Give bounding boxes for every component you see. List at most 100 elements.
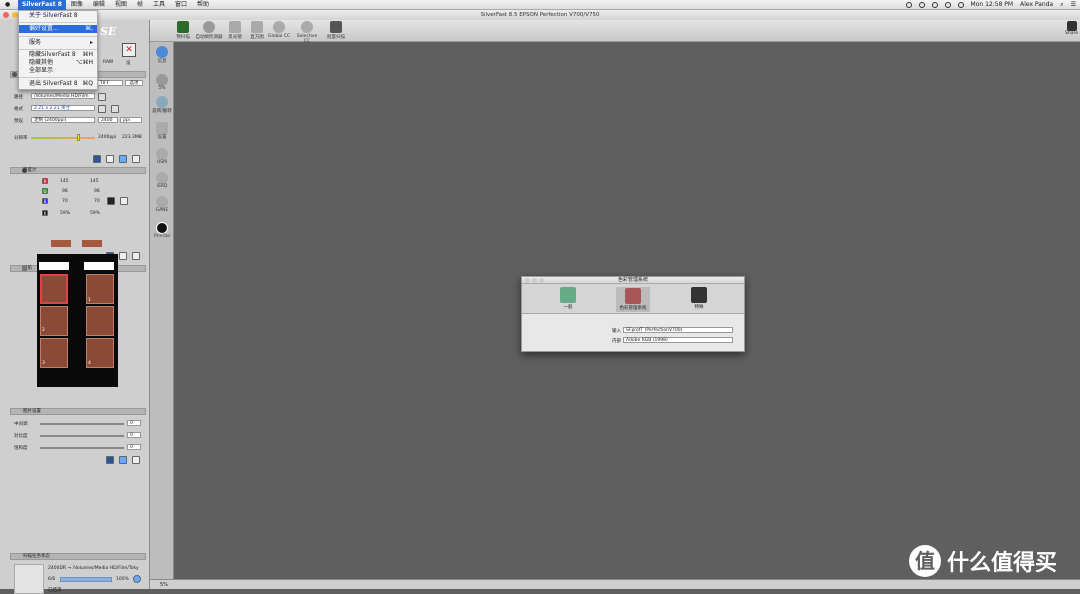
zoom-icon[interactable]	[119, 155, 127, 163]
resolution-slider[interactable]	[31, 137, 95, 139]
menu-quit[interactable]: 退出 SilverFast 8 ⌘Q	[19, 80, 97, 88]
density-g-swatch: G	[42, 188, 48, 194]
tool-settings[interactable]: 设置	[150, 122, 174, 140]
search-icon[interactable]: ⌕	[1060, 0, 1063, 10]
toolbar-batch-scan[interactable]: 批量扫描	[322, 21, 350, 40]
close-button[interactable]	[3, 12, 9, 18]
menu-tools[interactable]: 工具	[148, 0, 170, 10]
tool-isrd[interactable]: iSRD	[150, 172, 174, 189]
dialog-minimize-button[interactable]	[532, 278, 537, 283]
cap-icon[interactable]	[119, 252, 127, 260]
share-button[interactable]: Share	[1065, 21, 1078, 36]
toolbar-label: Selective CC	[296, 34, 318, 44]
volume-icon[interactable]	[957, 2, 964, 8]
job-cancel-button[interactable]	[133, 575, 141, 583]
lock-button[interactable]	[98, 105, 106, 113]
options-button[interactable]: 选项	[125, 80, 143, 86]
density-options-button[interactable]	[120, 197, 128, 205]
tool-info[interactable]: 信息	[150, 46, 174, 64]
ppi-field[interactable]: 2400	[98, 117, 118, 123]
format-select[interactable]: 2.21 x 2.21 英寸	[31, 105, 95, 111]
density-mode-button[interactable]	[107, 197, 115, 205]
film-frame[interactable]	[86, 306, 114, 336]
zoom-icon[interactable]	[119, 456, 127, 464]
section-toggle-icon[interactable]	[22, 168, 27, 173]
toolbar-global-cc[interactable]: Global CC	[265, 21, 293, 39]
toolbar-prescan[interactable]: 预扫描	[169, 21, 197, 40]
dialog-close-button[interactable]	[525, 278, 530, 283]
settings-button[interactable]: ✕	[122, 43, 136, 57]
toolbar-label: Global CC	[267, 34, 291, 39]
contrast-value[interactable]: 0	[127, 432, 141, 438]
status-icon[interactable]	[918, 2, 925, 8]
clock[interactable]: Mon 12:58 PM	[971, 0, 1014, 10]
path-field[interactable]: /Volumes/Media HD/Film	[31, 93, 95, 99]
status-icon[interactable]	[905, 2, 912, 8]
menu-shortcut: ⌘H	[82, 51, 93, 58]
file-type-select[interactable]: TIFF	[97, 80, 123, 86]
menu-help[interactable]: 帮助	[192, 0, 214, 10]
tab-general[interactable]: 一般	[551, 287, 585, 310]
frame-label-area	[84, 262, 114, 270]
info-icon	[156, 46, 168, 58]
section-toggle-icon[interactable]	[22, 266, 27, 271]
tab-label: 一般	[563, 305, 573, 310]
apple-icon[interactable]: ●	[5, 0, 10, 10]
menu-show-all[interactable]: 全部显示	[19, 67, 97, 75]
film-navigator[interactable]: 1 2 3 4	[37, 254, 118, 387]
saturation-slider[interactable]	[40, 447, 124, 449]
section-job-status-header[interactable]: 扫描任务状态	[10, 553, 146, 560]
tool-usm[interactable]: USM	[150, 148, 174, 165]
swap-button[interactable]	[111, 105, 119, 113]
ppi-unit-select[interactable]: ppi	[120, 117, 142, 123]
user-name[interactable]: Alex Panda	[1020, 0, 1053, 10]
preset-select[interactable]: 定制 (2400ppi)	[31, 117, 95, 123]
film-frame[interactable]	[40, 274, 68, 304]
tab-label: 色彩管理系统	[619, 306, 647, 311]
contrast-slider[interactable]	[40, 435, 124, 437]
midtone-value[interactable]: 0	[127, 420, 141, 426]
tool-gane[interactable]: GANE	[150, 196, 174, 213]
menu-view[interactable]: 视图	[110, 0, 132, 10]
tab-cms[interactable]: 色彩管理系统	[616, 287, 650, 312]
frame-number: 4	[88, 361, 91, 366]
resolution-slider-thumb[interactable]	[77, 134, 80, 141]
tool-printao[interactable]: PrinTao	[150, 222, 174, 239]
book-icon[interactable]	[93, 155, 101, 163]
chevron-right-icon: ▸	[89, 39, 93, 46]
tab-special[interactable]: 特殊	[682, 287, 716, 310]
section-densitometer-header[interactable]: 密度计	[10, 167, 146, 174]
wifi-icon[interactable]	[944, 2, 951, 8]
reset-icon[interactable]	[132, 456, 140, 464]
tool-zoom[interactable]: 5%	[150, 74, 174, 91]
section-image-settings-header[interactable]: 图片设置	[10, 408, 146, 415]
section-toggle-icon[interactable]	[12, 72, 17, 77]
reset-icon[interactable]	[132, 252, 140, 260]
toolbar-selective-cc[interactable]: Selective CC	[293, 21, 321, 44]
app-menu[interactable]: SilverFast 8	[18, 0, 66, 10]
menu-image[interactable]: 图像	[66, 0, 88, 10]
toolbar-label: 自动帧检测器	[195, 35, 223, 40]
midtone-slider[interactable]	[40, 423, 124, 425]
book-icon[interactable]	[106, 456, 114, 464]
input-profile-select[interactable]: SFprofT (PerfectionV700)	[623, 327, 733, 333]
status-icon[interactable]	[931, 2, 938, 8]
menu-about[interactable]: 关于 SilverFast 8	[19, 12, 97, 20]
internal-profile-select[interactable]: Adobe RGB (1998)	[623, 337, 733, 343]
dialog-zoom-button[interactable]	[539, 278, 544, 283]
menu-services[interactable]: 服务 ▸	[19, 39, 97, 47]
reset-icon[interactable]	[132, 155, 140, 163]
folder-button[interactable]	[98, 93, 106, 101]
tool-rotate[interactable]: 旋转/翻转	[150, 96, 174, 114]
menu-hide[interactable]: 隐藏SilverFast 8 ⌘H	[19, 51, 97, 59]
menu-hide-others[interactable]: 隐藏其他 ⌥⌘H	[19, 59, 97, 67]
menu-preferences[interactable]: 偏好设置... ⌘,	[19, 25, 97, 33]
menu-frame[interactable]: 帧	[132, 0, 148, 10]
selective-cc-icon	[301, 21, 313, 33]
menu-edit[interactable]: 编辑	[88, 0, 110, 10]
saturation-value[interactable]: 0	[127, 444, 141, 450]
toolbar-frame-detect[interactable]: 自动帧检测器	[195, 21, 223, 40]
list-icon[interactable]: ☰	[1071, 0, 1076, 10]
gear-icon[interactable]	[106, 155, 114, 163]
menu-window[interactable]: 窗口	[170, 0, 192, 10]
